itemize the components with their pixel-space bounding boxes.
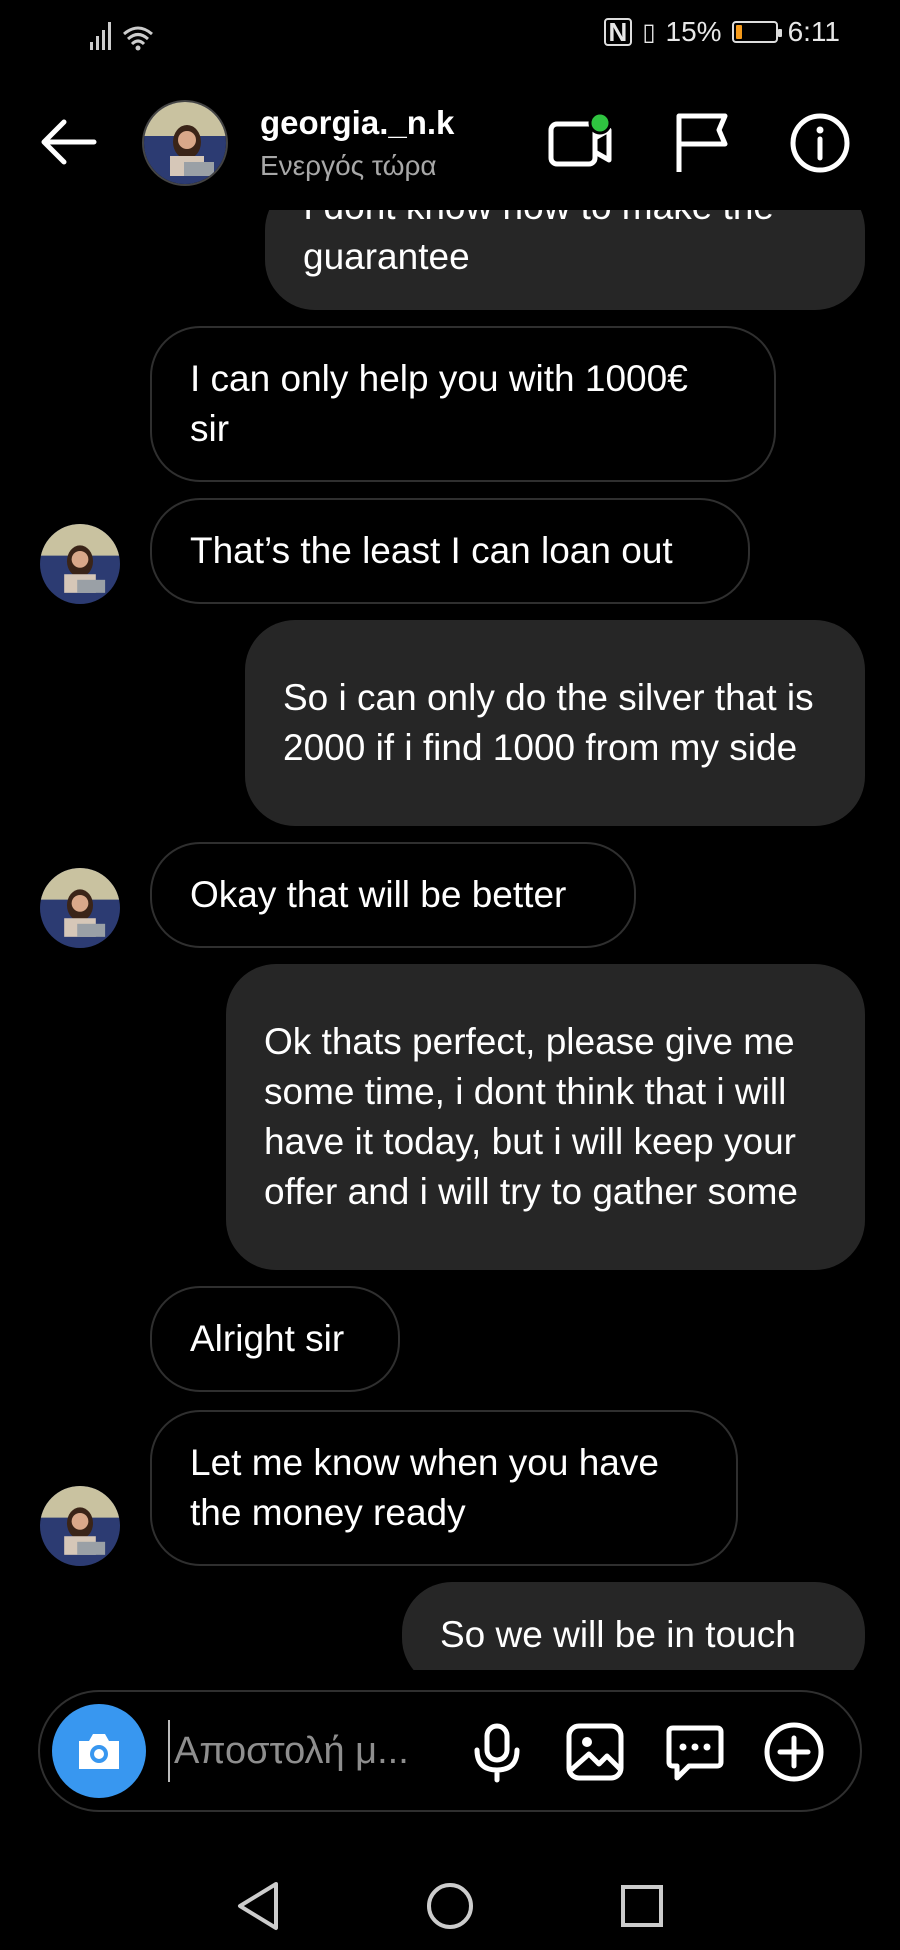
- message-composer: [38, 1690, 862, 1812]
- signal-icon: [90, 22, 153, 51]
- avatar[interactable]: [142, 100, 228, 186]
- contact-status: Ενεργός τώρα: [260, 150, 437, 181]
- camera-icon: [79, 1734, 119, 1769]
- nav-back-icon[interactable]: [230, 1878, 286, 1934]
- nfc-icon: N: [603, 18, 633, 46]
- message-text: So i can only do the silver that is 2000…: [283, 677, 814, 768]
- system-nav-bar: [0, 1860, 900, 1950]
- message-input[interactable]: [168, 1720, 476, 1782]
- message-text: So we will be in touch: [440, 1614, 796, 1655]
- image-icon[interactable]: [563, 1720, 627, 1784]
- vibrate-icon: ▯: [642, 18, 656, 46]
- microphone-icon[interactable]: [465, 1720, 529, 1784]
- message-text: Let me know when you have the money read…: [190, 1442, 659, 1533]
- message-outgoing[interactable]: So we will be in touch: [402, 1582, 865, 1670]
- message-incoming[interactable]: I can only help you with 1000€ sir: [150, 326, 776, 482]
- message-incoming[interactable]: That’s the least I can loan out: [150, 498, 750, 604]
- nav-recents-icon[interactable]: [614, 1878, 670, 1934]
- clock: 6:11: [787, 16, 840, 47]
- avatar[interactable]: [40, 1486, 120, 1566]
- message-text: Ok thats perfect, please give me some ti…: [264, 1021, 799, 1212]
- plus-icon[interactable]: [762, 1720, 826, 1784]
- message-text: I can only help you with 1000€ sir: [190, 358, 688, 449]
- avatar[interactable]: [40, 868, 120, 948]
- message-text: Alright sir: [190, 1318, 345, 1359]
- online-indicator: [588, 111, 612, 135]
- message-text: That’s the least I can loan out: [190, 530, 673, 571]
- contact-username[interactable]: georgia._n.k: [260, 104, 454, 142]
- message-outgoing[interactable]: Ok thats perfect, please give me some ti…: [226, 964, 865, 1270]
- signal-wifi-icons: [90, 18, 160, 57]
- video-call-icon[interactable]: [545, 108, 615, 178]
- message-text: Okay that will be better: [190, 874, 567, 915]
- nav-home-icon[interactable]: [422, 1878, 478, 1934]
- message-incoming[interactable]: Okay that will be better: [150, 842, 636, 948]
- chat-header: georgia._n.k Ενεργός τώρα: [0, 70, 900, 210]
- battery-percent: 15%: [665, 16, 722, 47]
- info-icon[interactable]: [785, 108, 855, 178]
- message-thread[interactable]: I dont know how to make the guarantee I …: [0, 140, 900, 1670]
- arrow-left-icon[interactable]: [38, 116, 98, 168]
- avatar[interactable]: [40, 524, 120, 604]
- message-incoming[interactable]: Let me know when you have the money read…: [150, 1410, 738, 1566]
- chat-bubble-icon[interactable]: [663, 1720, 727, 1784]
- battery-icon: [731, 21, 782, 43]
- message-incoming[interactable]: Alright sir: [150, 1286, 400, 1392]
- status-bar: N ▯ 15% 6:11: [0, 0, 900, 70]
- flag-icon[interactable]: [665, 108, 735, 178]
- camera-button[interactable]: [52, 1704, 146, 1798]
- message-outgoing[interactable]: So i can only do the silver that is 2000…: [245, 620, 865, 826]
